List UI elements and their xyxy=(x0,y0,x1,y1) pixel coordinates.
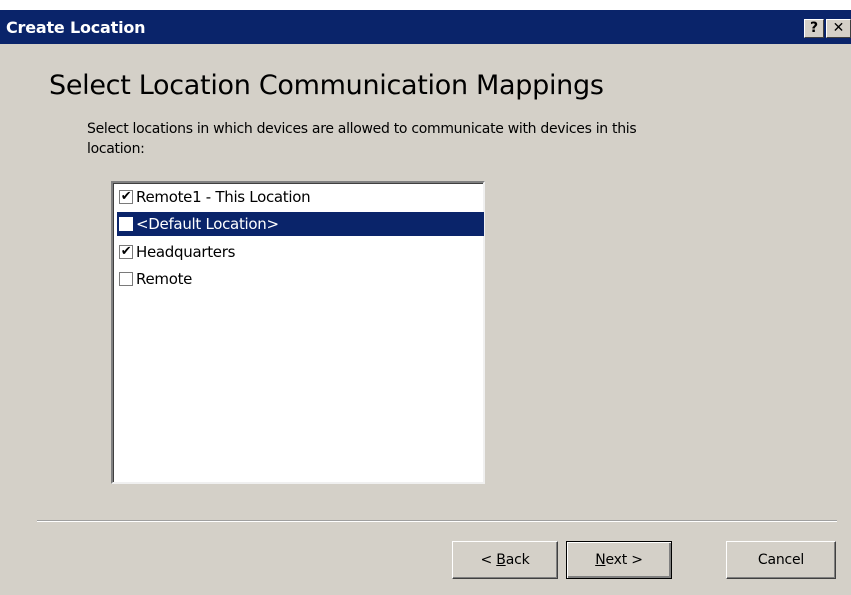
help-button[interactable]: ? xyxy=(804,19,824,38)
back-prefix: < xyxy=(480,552,497,568)
next-button-label: Next > xyxy=(595,552,643,568)
list-item-label: <Default Location> xyxy=(136,215,279,233)
title-bar[interactable]: Create Location ? ✕ xyxy=(0,10,851,44)
list-item-remote[interactable]: Remote xyxy=(117,267,483,291)
list-item-label: Remote xyxy=(136,270,193,288)
cancel-button[interactable]: Cancel xyxy=(726,541,836,579)
close-icon: ✕ xyxy=(832,20,845,36)
window-title: Create Location xyxy=(6,18,146,37)
back-rest: ack xyxy=(505,552,530,568)
next-mnemonic: N xyxy=(595,552,606,568)
checkbox-unchecked-icon[interactable] xyxy=(119,272,133,286)
back-button-label: < Back xyxy=(481,552,530,568)
next-rest: ext > xyxy=(605,552,643,568)
location-checklist[interactable]: ✔ Remote1 - This Location <Default Locat… xyxy=(111,181,485,484)
back-button[interactable]: < Back xyxy=(452,541,558,579)
page-title: Select Location Communication Mappings xyxy=(49,70,604,101)
instructions-text: Select locations in which devices are al… xyxy=(87,121,637,157)
help-icon: ? xyxy=(809,20,819,36)
list-item-label: Remote1 - This Location xyxy=(136,188,311,206)
back-mnemonic: B xyxy=(496,552,506,568)
footer-divider xyxy=(37,520,837,522)
list-item-headquarters[interactable]: ✔ Headquarters xyxy=(117,240,483,264)
create-location-dialog: Create Location ? ✕ Select Location Comm… xyxy=(0,10,851,595)
checkbox-checked-icon[interactable]: ✔ xyxy=(119,190,133,204)
checkbox-unchecked-icon[interactable] xyxy=(119,217,133,231)
list-item-label: Headquarters xyxy=(136,243,236,261)
list-item-default-location[interactable]: <Default Location> xyxy=(117,212,484,236)
checkbox-checked-icon[interactable]: ✔ xyxy=(119,245,133,259)
next-button[interactable]: Next > xyxy=(566,541,672,579)
close-button[interactable]: ✕ xyxy=(826,19,851,38)
list-item-remote1[interactable]: ✔ Remote1 - This Location xyxy=(117,185,483,209)
